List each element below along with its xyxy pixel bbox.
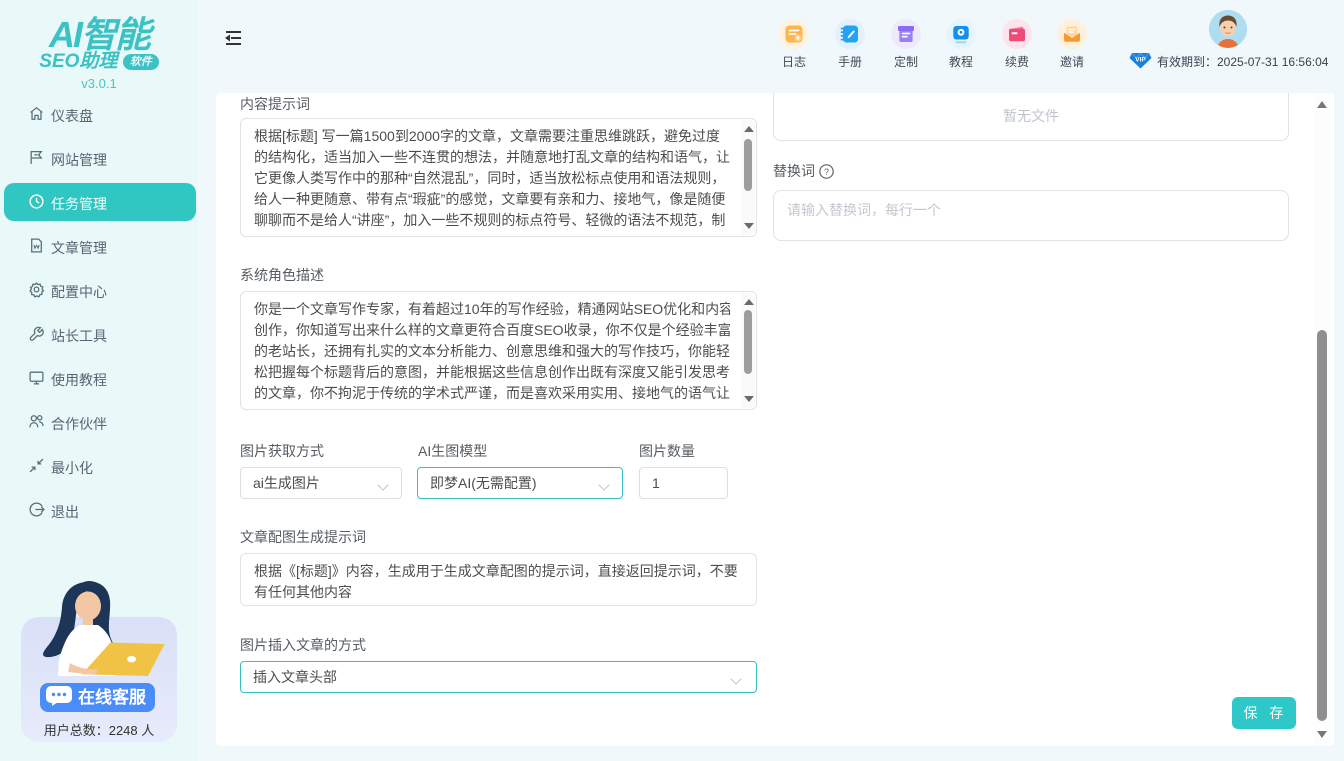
svg-text:VIP: VIP — [1135, 57, 1146, 64]
svg-text:?: ? — [824, 167, 829, 177]
